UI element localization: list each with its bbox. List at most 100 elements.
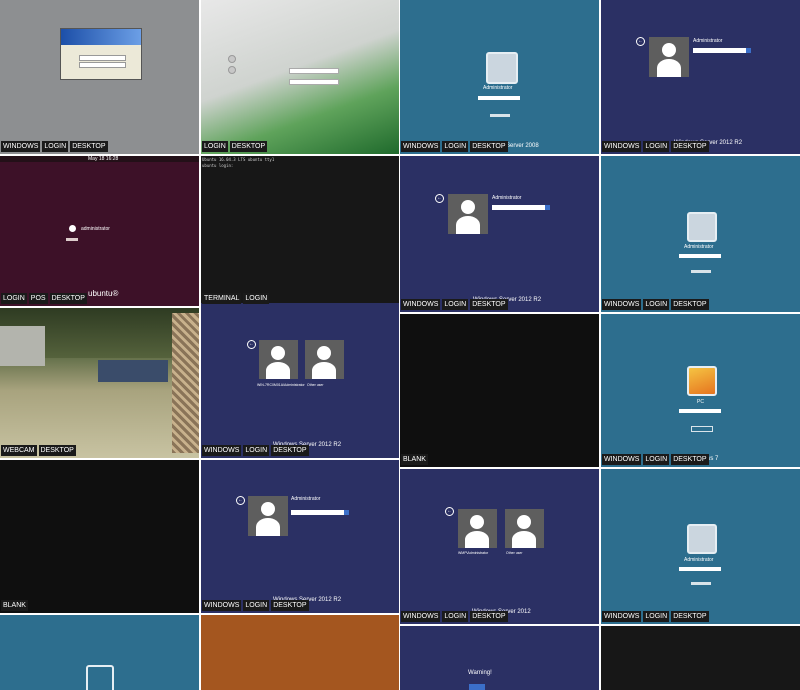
ok-button[interactable] xyxy=(469,684,485,690)
tile-win2012r2-login[interactable]: ← Administrator Windows Server 2012 R2 W… xyxy=(400,156,599,312)
tag: DESKTOP xyxy=(271,600,309,611)
tile-ubuntu-login[interactable]: May 18 16:28 administrator ubuntu® LOGIN… xyxy=(0,156,199,306)
user-avatar xyxy=(248,496,288,536)
password-field[interactable] xyxy=(679,254,721,258)
user-picture xyxy=(687,524,717,554)
tile-partial-teal[interactable] xyxy=(0,615,199,690)
tile-win2008-login[interactable]: Administrator WINDOWS LOGIN DESKTOP xyxy=(601,156,800,312)
user-picture xyxy=(486,52,518,84)
tag-list: WINDOWS LOGIN DESKTOP xyxy=(602,454,709,465)
password-field[interactable] xyxy=(679,409,721,413)
tag-list: LOGIN DESKTOP xyxy=(202,141,268,152)
person-body-icon xyxy=(266,362,290,379)
person-head-icon xyxy=(470,515,484,529)
tile-win2012-userselect[interactable]: ← WMP\Administrator Other user Windows S… xyxy=(400,469,599,624)
user-avatar[interactable] xyxy=(305,340,344,379)
tag-list: WINDOWS LOGIN DESKTOP xyxy=(401,299,508,310)
person-head-icon xyxy=(461,200,475,214)
tag: LOGIN xyxy=(243,293,270,304)
user-name: Administrator xyxy=(684,244,714,250)
tag: WINDOWS xyxy=(401,141,441,152)
tag: DESKTOP xyxy=(70,141,108,152)
password-field[interactable] xyxy=(289,79,339,85)
back-arrow-icon[interactable]: ← xyxy=(435,194,444,203)
tile-win2012r2-login[interactable]: ← Administrator Windows Server 2012 R2 W… xyxy=(201,460,399,613)
tag: LOGIN xyxy=(643,141,670,152)
tag: LOGIN xyxy=(643,454,670,465)
tile-win2012r2-userselect[interactable]: ← WIN-7RC0M01A\Administrator Other user … xyxy=(201,303,399,458)
password-field[interactable] xyxy=(478,96,520,100)
tag-list: WINDOWS LOGIN DESKTOP xyxy=(401,141,508,152)
switch-user-button[interactable] xyxy=(490,114,510,117)
user-name: PC xyxy=(697,399,704,405)
user-avatar xyxy=(448,194,488,234)
tile-partial-orange[interactable] xyxy=(201,615,399,690)
tag-list: BLANK xyxy=(1,600,28,611)
person-body-icon xyxy=(256,518,280,536)
tile-win2012r2-login[interactable]: ← Administrator Windows Server 2012 R2 W… xyxy=(601,0,800,154)
back-arrow-icon[interactable]: ← xyxy=(445,507,454,516)
person-body-icon xyxy=(312,362,336,379)
tile-win7-login[interactable]: PC Windows 7 WINDOWS LOGIN DESKTOP xyxy=(601,314,800,467)
tag: WINDOWS xyxy=(401,299,441,310)
tag: DESKTOP xyxy=(671,299,709,310)
terminal-line: ubuntu login: xyxy=(202,163,234,168)
user-name: Other user xyxy=(307,383,324,387)
tag-list: BLANK xyxy=(401,454,428,465)
tile-blank[interactable]: BLANK xyxy=(0,460,199,613)
password-field[interactable] xyxy=(66,238,78,241)
tag: WINDOWS xyxy=(602,454,642,465)
tag-list: WINDOWS LOGIN DESKTOP xyxy=(202,600,309,611)
tag: WINDOWS xyxy=(602,611,642,622)
tag: WINDOWS xyxy=(1,141,41,152)
switch-user-button[interactable] xyxy=(691,270,711,273)
tile-vista-login[interactable]: LOGIN DESKTOP xyxy=(201,0,399,154)
tag-list: WINDOWS LOGIN DESKTOP xyxy=(602,299,709,310)
tag: LOGIN xyxy=(1,293,27,304)
login-dialog xyxy=(60,28,142,80)
back-arrow-icon[interactable]: ← xyxy=(236,496,245,505)
tag-list: WINDOWS LOGIN DESKTOP xyxy=(202,445,309,456)
username-field[interactable] xyxy=(289,68,339,74)
tile-terminal[interactable]: Ubuntu 16.04.3 LTS ubuntu tty1 ubuntu lo… xyxy=(201,156,399,306)
back-arrow-icon[interactable]: ← xyxy=(636,37,645,46)
tile-winxp-login[interactable]: WINDOWS LOGIN DESKTOP xyxy=(0,0,199,154)
tag-list: WINDOWS LOGIN DESKTOP xyxy=(401,611,508,622)
tag: WINDOWS xyxy=(202,600,242,611)
tag: WEBCAM xyxy=(1,445,37,456)
tile-win2008-login[interactable]: Administrator WINDOWS LOGIN DESKTOP xyxy=(601,469,800,624)
password-field[interactable] xyxy=(291,510,349,515)
tag: LOGIN xyxy=(243,600,270,611)
device-outline xyxy=(86,665,114,690)
tile-partial-warning[interactable]: Warning! xyxy=(400,626,599,690)
tag: LOGIN xyxy=(643,299,670,310)
tag-list: WINDOWS LOGIN DESKTOP xyxy=(602,611,709,622)
person-body-icon xyxy=(456,216,480,234)
tag: LOGIN xyxy=(442,141,469,152)
user-avatar[interactable] xyxy=(458,509,497,548)
password-field[interactable] xyxy=(693,48,751,53)
user-avatar[interactable] xyxy=(259,340,298,379)
back-arrow-icon[interactable]: ← xyxy=(247,340,256,349)
tag: DESKTOP xyxy=(470,611,508,622)
person-body-icon xyxy=(465,531,489,548)
tile-partial-dark[interactable] xyxy=(601,626,800,690)
user-name: Administrator xyxy=(492,195,522,201)
person-head-icon xyxy=(317,346,331,360)
tile-win2008-login[interactable]: Administrator Windows Server 2008 WINDOW… xyxy=(400,0,599,154)
tile-webcam[interactable]: WEBCAM DESKTOP xyxy=(0,308,199,458)
user-name: Other user xyxy=(506,551,523,555)
tile-blank[interactable]: BLANK xyxy=(400,314,599,467)
tag-list: WINDOWS LOGIN DESKTOP xyxy=(602,141,709,152)
tag: WINDOWS xyxy=(202,445,242,456)
username-field[interactable] xyxy=(79,55,126,61)
switch-user-button[interactable] xyxy=(691,582,711,585)
tag: BLANK xyxy=(401,454,428,465)
person-body-icon xyxy=(512,531,536,548)
warning-title: Warning! xyxy=(468,670,492,676)
password-field[interactable] xyxy=(79,62,126,68)
password-field[interactable] xyxy=(492,205,550,210)
user-avatar[interactable] xyxy=(505,509,544,548)
password-field[interactable] xyxy=(679,567,721,571)
switch-user-button[interactable] xyxy=(691,426,713,432)
